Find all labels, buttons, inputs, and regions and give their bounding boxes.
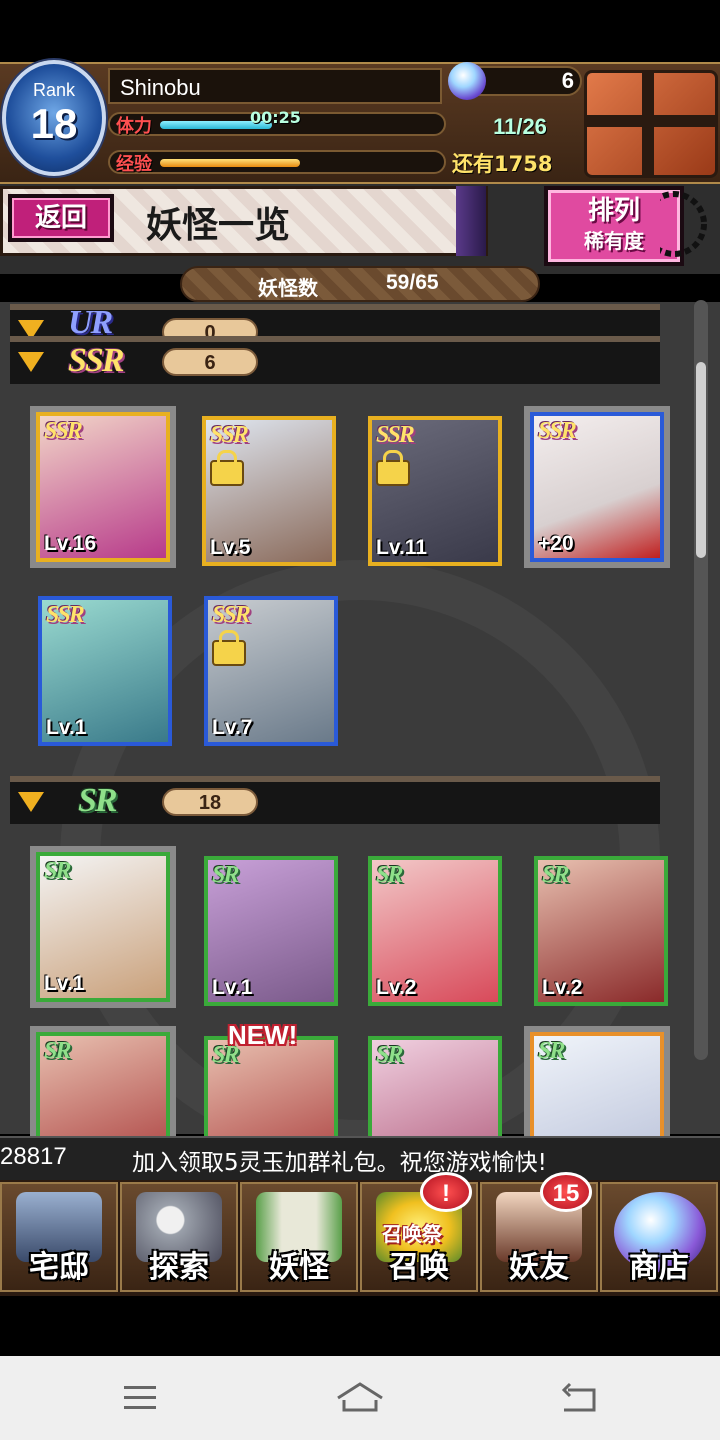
yokai-count-label: 妖怪数 bbox=[258, 276, 318, 300]
yokai-card[interactable]: SSR Lv.16 bbox=[30, 406, 176, 568]
rank-badge[interactable]: Rank 18 bbox=[2, 60, 106, 176]
yokai-level: Lv.11 bbox=[376, 536, 427, 559]
yokai-card[interactable]: SR Lv.2 bbox=[368, 856, 502, 1006]
yokai-card[interactable]: SSR Lv.7 bbox=[204, 596, 338, 746]
home-icon[interactable] bbox=[330, 1378, 390, 1418]
ssr-tag: SSR bbox=[212, 602, 251, 628]
yokai-level: Lv.1 bbox=[46, 716, 87, 739]
yokai-card[interactable]: SR Lv.1 bbox=[30, 846, 176, 1008]
ticker-message: 加入领取5灵玉加群礼包。祝您游戏愉快! bbox=[132, 1150, 547, 1176]
ssr-tag: SSR bbox=[538, 418, 577, 444]
menu-icon[interactable] bbox=[110, 1378, 170, 1418]
nav-summon[interactable]: 召唤祭 召唤 ! bbox=[360, 1172, 478, 1292]
sr-count: 18 bbox=[162, 788, 258, 816]
bottom-nav: 宅邸 探索 妖怪 召唤祭 召唤 ! 妖友 15 商店 bbox=[0, 1172, 720, 1296]
player-name: Shinobu bbox=[108, 68, 442, 104]
exp-bar: 经验 bbox=[108, 150, 446, 175]
stamina-bar: 体力 00:25 bbox=[108, 108, 446, 137]
sr-tag: SR bbox=[542, 862, 569, 888]
exp-label: 经验 bbox=[116, 154, 152, 175]
yokai-card[interactable]: SSR +20 bbox=[524, 406, 670, 568]
nav-explore[interactable]: 探索 bbox=[120, 1182, 238, 1292]
lock-icon bbox=[376, 450, 410, 486]
yokai-card[interactable]: SR Lv.2 bbox=[534, 856, 668, 1006]
yokai-level: Lv.5 bbox=[210, 536, 251, 559]
sr-tag: SR bbox=[44, 1038, 71, 1064]
gear-icon bbox=[660, 191, 707, 257]
sr-tag: SR bbox=[212, 862, 239, 888]
system-nav-bar bbox=[0, 1356, 720, 1440]
exp-remaining: 还有1758 bbox=[452, 152, 553, 176]
ssr-tag: SSR bbox=[376, 422, 415, 448]
friends-count-badge: 15 bbox=[540, 1172, 592, 1212]
sr-rarity-logo: SR bbox=[78, 782, 118, 819]
section-header-ssr[interactable]: SSR 6 bbox=[10, 336, 660, 384]
rank-label: Rank bbox=[32, 80, 76, 100]
yokai-level: Lv.2 bbox=[376, 976, 417, 999]
yokai-level: Lv.16 bbox=[44, 532, 97, 555]
collapse-triangle-icon bbox=[18, 792, 44, 812]
spirit-jade-icon bbox=[448, 62, 486, 100]
ssr-tag: SSR bbox=[46, 602, 85, 628]
yokai-level: Lv.1 bbox=[44, 972, 85, 995]
exp-fill bbox=[160, 159, 300, 167]
yokai-card[interactable]: SSR Lv.5 bbox=[202, 416, 336, 566]
back-button[interactable]: 返回 bbox=[8, 194, 114, 242]
stamina-count: 11/26 bbox=[493, 114, 547, 139]
yokai-count-value: 59/65 bbox=[386, 271, 439, 294]
banner-ribbon bbox=[456, 186, 486, 256]
ticker-number: 28817 bbox=[0, 1143, 67, 1170]
nav-yokai-label: 妖怪 bbox=[269, 1250, 329, 1285]
gift-box-icon[interactable] bbox=[584, 70, 718, 178]
ssr-tag: SSR bbox=[210, 422, 249, 448]
collapse-triangle-icon bbox=[18, 352, 44, 372]
ssr-tag: SSR bbox=[44, 418, 83, 444]
section-header-sr[interactable]: SR 18 bbox=[10, 776, 660, 824]
new-badge: NEW! bbox=[228, 1020, 298, 1050]
summon-alert-badge: ! bbox=[420, 1172, 472, 1212]
nav-shop[interactable]: 商店 bbox=[600, 1182, 718, 1292]
yokai-card[interactable]: SSR Lv.11 bbox=[368, 416, 502, 566]
nav-friends[interactable]: 妖友 15 bbox=[480, 1172, 598, 1292]
nav-home[interactable]: 宅邸 bbox=[0, 1182, 118, 1292]
gem-count: 6 bbox=[561, 68, 574, 93]
nav-explore-label: 探索 bbox=[149, 1250, 209, 1285]
stamina-label: 体力 bbox=[116, 116, 152, 137]
nav-home-label: 宅邸 bbox=[29, 1250, 89, 1285]
yokai-level: Lv.1 bbox=[212, 976, 253, 999]
nav-friends-label: 妖友 bbox=[509, 1250, 569, 1285]
stamina-timer: 00:25 bbox=[250, 108, 301, 127]
yokai-card[interactable]: SSR Lv.1 bbox=[38, 596, 172, 746]
yokai-count: 妖怪数 59/65 bbox=[180, 266, 540, 302]
yokai-level: Lv.7 bbox=[212, 716, 253, 739]
lock-icon bbox=[212, 630, 246, 666]
scrollbar-thumb[interactable] bbox=[696, 362, 706, 558]
ssr-count: 6 bbox=[162, 348, 258, 376]
back-icon[interactable] bbox=[550, 1378, 610, 1418]
yokai-card[interactable]: SR Lv.1 bbox=[204, 856, 338, 1006]
lock-icon bbox=[210, 450, 244, 486]
sr-tag: SR bbox=[538, 1038, 565, 1064]
rank-value: 18 bbox=[30, 100, 78, 147]
page-title: 妖怪一览 bbox=[146, 204, 291, 246]
sr-tag: SR bbox=[376, 1042, 403, 1068]
yokai-level: Lv.2 bbox=[542, 976, 583, 999]
nav-shop-label: 商店 bbox=[629, 1250, 689, 1285]
nav-yokai[interactable]: 妖怪 bbox=[240, 1182, 358, 1292]
sr-tag: SR bbox=[376, 862, 403, 888]
nav-summon-label: 召唤 bbox=[389, 1250, 449, 1285]
yokai-enhance: +20 bbox=[538, 532, 574, 555]
ssr-rarity-logo: SSR bbox=[68, 342, 124, 379]
sr-tag: SR bbox=[44, 858, 71, 884]
news-ticker: 28817 加入领取5灵玉加群礼包。祝您游戏愉快! bbox=[0, 1136, 720, 1180]
